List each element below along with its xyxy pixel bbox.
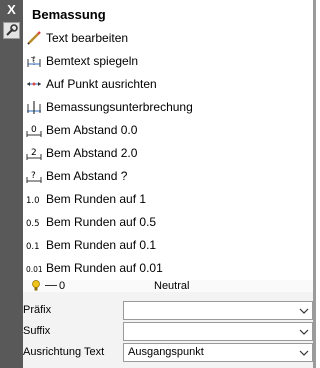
chevron-down-icon: [299, 350, 309, 356]
layer-value: Neutral: [154, 280, 190, 292]
command-bem-runden-0-5[interactable]: 0.5 Bem Runden auf 0.5: [23, 210, 313, 233]
svg-text:0.1: 0.1: [26, 242, 40, 252]
command-label: Bem Runden auf 0.5: [46, 214, 157, 229]
svg-text:1.0: 1.0: [26, 196, 40, 206]
prefix-dropdown[interactable]: [123, 301, 313, 320]
align-point-icon: [26, 76, 42, 92]
text-alignment-row: Ausrichtung Text Ausgangspunkt: [23, 342, 313, 363]
prefix-row: Präfix: [23, 300, 313, 321]
command-bem-runden-1[interactable]: 1.0 Bem Runden auf 1: [23, 187, 313, 210]
text-alignment-label: Ausrichtung Text: [23, 346, 105, 358]
chevron-down-icon: [299, 329, 309, 335]
palette-right-border: [313, 0, 316, 368]
palette-title: Bemassung: [32, 7, 106, 22]
palette-sidebar: X: [0, 0, 23, 368]
mirror-dimtext-icon: T: [26, 53, 42, 69]
prefix-label: Präfix: [23, 304, 52, 316]
text-alignment-value: Ausgangspunkt: [128, 346, 204, 358]
command-bem-abstand-2[interactable]: 2 Bem Abstand 2.0: [23, 141, 313, 164]
svg-text:2: 2: [31, 148, 37, 158]
command-text-bearbeiten[interactable]: Text bearbeiten: [23, 26, 313, 49]
pencil-text-icon: [26, 30, 42, 46]
property-grid: 0 Neutral Präfix Suffix Ausrichtung Text…: [23, 280, 313, 368]
command-bem-runden-0-01[interactable]: 0.01 Bem Runden auf 0.01: [23, 256, 313, 279]
svg-text:0.5: 0.5: [26, 219, 40, 229]
command-auf-punkt-ausrichten[interactable]: Auf Punkt ausrichten: [23, 72, 313, 95]
suffix-dropdown[interactable]: [123, 322, 313, 341]
suffix-row: Suffix: [23, 321, 313, 342]
command-label: Bemtext spiegeln: [46, 53, 139, 68]
layer-row[interactable]: 0 Neutral: [23, 280, 313, 292]
dim-break-icon: [26, 99, 42, 115]
suffix-label: Suffix: [23, 325, 51, 337]
command-bem-runden-0-1[interactable]: 0.1 Bem Runden auf 0.1: [23, 233, 313, 256]
layer-color-icon: [45, 285, 57, 286]
command-bem-abstand-0[interactable]: 0 Bem Abstand 0.0: [23, 118, 313, 141]
command-list: Text bearbeiten T Bemtext spiegeln Auf P…: [23, 26, 313, 279]
command-bem-abstand-custom[interactable]: ? Bem Abstand ?: [23, 164, 313, 187]
svg-text:?: ?: [31, 171, 36, 181]
command-label: Bem Abstand ?: [46, 168, 128, 183]
command-label: Text bearbeiten: [46, 30, 129, 45]
layer-name: 0: [59, 280, 66, 292]
command-label: Bem Runden auf 0.01: [46, 260, 163, 275]
dimension-palette: X Bemassung Text bearbeiten T Bemtext sp…: [0, 0, 316, 368]
bulb-icon: [31, 280, 41, 295]
close-button[interactable]: X: [0, 0, 23, 20]
round-icon: 1.0: [26, 191, 42, 207]
round-icon: 0.1: [26, 237, 42, 253]
spacing-icon: 2: [26, 145, 42, 161]
spacing-icon: ?: [26, 168, 42, 184]
command-label: Bem Runden auf 0.1: [46, 237, 157, 252]
svg-text:0: 0: [31, 125, 37, 135]
svg-text:0.01: 0.01: [26, 265, 42, 274]
command-bemassungsunterbrechung[interactable]: Bemassungsunterbrechung: [23, 95, 313, 118]
chevron-down-icon: [299, 308, 309, 314]
spacing-icon: 0: [26, 122, 42, 138]
command-label: Bem Abstand 2.0: [46, 145, 138, 160]
text-alignment-dropdown[interactable]: Ausgangspunkt: [123, 343, 313, 362]
command-label: Bem Runden auf 1: [46, 191, 147, 206]
command-label: Auf Punkt ausrichten: [46, 76, 157, 91]
command-label: Bem Abstand 0.0: [46, 122, 138, 137]
command-bemtext-spiegeln[interactable]: T Bemtext spiegeln: [23, 49, 313, 72]
round-icon: 0.01: [26, 260, 42, 276]
svg-text:T: T: [30, 56, 36, 64]
wrench-icon[interactable]: [3, 22, 20, 39]
round-icon: 0.5: [26, 214, 42, 230]
command-label: Bemassungsunterbrechung: [46, 99, 193, 114]
